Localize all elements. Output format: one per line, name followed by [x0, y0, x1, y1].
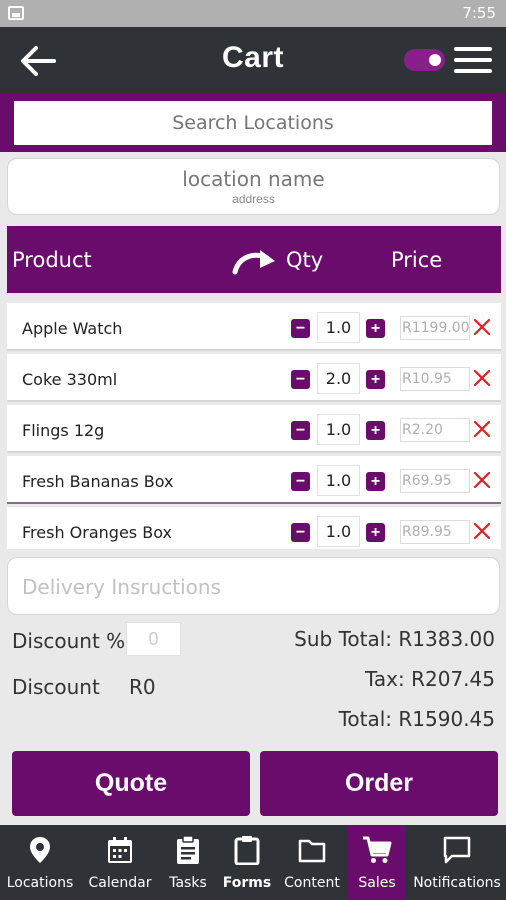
remove-item-icon[interactable]: [472, 470, 492, 490]
discount-amount-value: R0: [129, 675, 156, 699]
location-name: location name: [182, 167, 325, 191]
nav-item-sales[interactable]: Sales: [348, 825, 406, 900]
remove-item-icon[interactable]: [472, 368, 492, 388]
nav-label: Calendar: [88, 875, 152, 891]
header-product: Product: [12, 248, 92, 272]
status-time: 7:55: [462, 4, 496, 22]
cart-row: Fresh Oranges Box − 1.0 + R89.95: [7, 507, 501, 549]
qty-input[interactable]: 2.0: [317, 363, 360, 394]
decrease-qty-button[interactable]: −: [291, 370, 310, 389]
shopping-cart-icon: [363, 836, 392, 863]
decrease-qty-button[interactable]: −: [291, 421, 310, 440]
decrease-qty-button[interactable]: −: [291, 319, 310, 338]
curved-arrow-icon[interactable]: [229, 246, 279, 276]
price-input[interactable]: R10.95: [400, 367, 470, 391]
order-button[interactable]: Order: [260, 751, 498, 816]
discount-percent-input[interactable]: 0: [126, 622, 181, 656]
cart-table-header: Product Qty Price: [7, 226, 501, 293]
nav-item-locations[interactable]: Locations: [0, 825, 80, 900]
tax-text: Tax: R207.45: [365, 667, 495, 691]
nav-label: Content: [284, 875, 340, 891]
cart-list[interactable]: Apple Watch − 1.0 + R1199.00 Coke 330ml …: [7, 303, 501, 549]
cart-row: Apple Watch − 1.0 + R1199.00: [7, 303, 501, 351]
increase-qty-button[interactable]: +: [366, 319, 385, 338]
folder-icon: [298, 839, 326, 863]
bottom-nav: Locations Calendar Tasks Forms Content S…: [0, 825, 506, 900]
nav-label: Notifications: [413, 875, 501, 891]
nav-item-notifications[interactable]: Notifications: [408, 825, 506, 900]
product-name: Apple Watch: [22, 319, 123, 338]
image-icon: [8, 6, 24, 20]
price-input[interactable]: R69.95: [400, 469, 470, 493]
nav-label: Locations: [6, 875, 74, 891]
header-price: Price: [391, 248, 443, 272]
product-name: Flings 12g: [22, 421, 105, 440]
remove-item-icon[interactable]: [472, 419, 492, 439]
status-bar: 7:55: [0, 0, 506, 27]
product-name: Fresh Oranges Box: [22, 523, 172, 542]
location-address: address: [232, 192, 275, 206]
remove-item-icon[interactable]: [472, 317, 492, 337]
qty-input[interactable]: 1.0: [317, 516, 360, 547]
qty-input[interactable]: 1.0: [317, 465, 360, 496]
discount-percent-label: Discount %: [12, 629, 126, 653]
quote-button[interactable]: Quote: [12, 751, 250, 816]
remove-item-icon[interactable]: [472, 521, 492, 541]
price-input[interactable]: R89.95: [400, 520, 470, 544]
menu-button[interactable]: [454, 45, 492, 75]
mode-toggle[interactable]: [404, 49, 445, 71]
search-band: [0, 94, 506, 152]
decrease-qty-button[interactable]: −: [291, 523, 310, 542]
increase-qty-button[interactable]: +: [366, 370, 385, 389]
qty-input[interactable]: 1.0: [317, 312, 360, 343]
app-bar: Cart: [0, 27, 506, 94]
chat-bubble-icon: [443, 836, 471, 864]
subtotal-text: Sub Total: R1383.00: [294, 627, 495, 651]
delivery-instructions-input[interactable]: [22, 572, 482, 602]
nav-label: Sales: [358, 875, 396, 891]
cart-row: Coke 330ml − 2.0 + R10.95: [7, 354, 501, 402]
increase-qty-button[interactable]: +: [366, 523, 385, 542]
clipboard-list-icon: [177, 835, 199, 864]
nav-item-tasks[interactable]: Tasks: [160, 825, 216, 900]
map-pin-icon: [30, 837, 50, 863]
product-name: Fresh Bananas Box: [22, 472, 174, 491]
total-text: Total: R1590.45: [338, 707, 495, 731]
toggle-switch-icon: [429, 54, 441, 66]
hamburger-menu-icon: [454, 47, 492, 51]
nav-item-calendar[interactable]: Calendar: [82, 825, 158, 900]
product-name: Coke 330ml: [22, 370, 118, 389]
cart-row: Flings 12g − 1.0 + R2.20: [7, 405, 501, 453]
cart-row: Fresh Bananas Box − 1.0 + R69.95: [7, 456, 501, 504]
location-card[interactable]: location name address: [7, 158, 500, 215]
discount-amount-label: Discount: [12, 675, 100, 699]
header-qty: Qty: [286, 248, 324, 272]
nav-label: Tasks: [169, 875, 207, 891]
nav-item-forms[interactable]: Forms: [218, 825, 276, 900]
calendar-icon: [108, 837, 132, 863]
price-input[interactable]: R1199.00: [400, 316, 470, 340]
decrease-qty-button[interactable]: −: [291, 472, 310, 491]
search-locations-input[interactable]: [14, 101, 492, 145]
nav-label: Forms: [222, 875, 272, 891]
increase-qty-button[interactable]: +: [366, 421, 385, 440]
qty-input[interactable]: 1.0: [317, 414, 360, 445]
price-input[interactable]: R2.20: [400, 418, 470, 442]
nav-item-content[interactable]: Content: [278, 825, 346, 900]
delivery-instructions-box: [7, 557, 500, 615]
clipboard-icon: [234, 836, 260, 865]
increase-qty-button[interactable]: +: [366, 472, 385, 491]
